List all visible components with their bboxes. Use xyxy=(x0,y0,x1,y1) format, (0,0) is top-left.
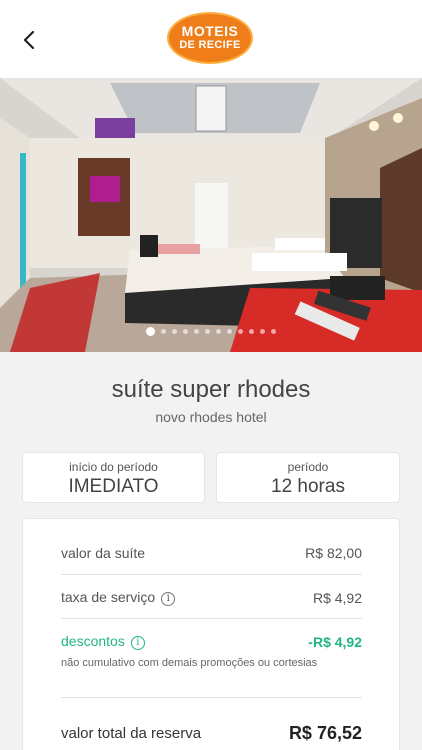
carousel-dot[interactable] xyxy=(227,329,232,334)
carousel-dot[interactable] xyxy=(146,327,155,336)
divider xyxy=(61,618,362,619)
back-arrow-icon[interactable] xyxy=(16,26,44,54)
carousel-dot[interactable] xyxy=(172,329,177,334)
hotel-name: novo rhodes hotel xyxy=(155,409,267,425)
info-icon[interactable]: i xyxy=(130,636,145,650)
pricing-panel: valor da suíte R$ 82,00 taxa de serviço i… xyxy=(22,518,400,750)
total-row: valor total da reserva R$ 76,52 xyxy=(61,723,362,744)
brand-logo: MOTEIS DE RECIFE xyxy=(167,12,253,64)
carousel-dot[interactable] xyxy=(271,329,276,334)
suite-photo-carousel[interactable] xyxy=(0,78,422,352)
info-icon[interactable]: i xyxy=(161,592,176,606)
discount-amount: -R$ 4,92 xyxy=(308,633,362,650)
suite-value-amount: R$ 82,00 xyxy=(305,545,362,561)
carousel-dot[interactable] xyxy=(260,329,265,334)
period-label: período xyxy=(287,460,329,474)
app-header: MOTEIS DE RECIFE xyxy=(0,0,422,78)
service-fee-row: taxa de serviço i R$ 4,92 xyxy=(61,589,362,606)
carousel-dot[interactable] xyxy=(238,329,243,334)
divider xyxy=(61,697,362,698)
suite-value-row: valor da suíte R$ 82,00 xyxy=(61,545,362,561)
discount-row: descontos i -R$ 4,92 xyxy=(61,633,362,650)
suite-photo xyxy=(0,78,422,352)
discount-label: descontos xyxy=(61,633,125,649)
suite-value-label: valor da suíte xyxy=(61,545,146,561)
suite-name: suíte super rhodes xyxy=(111,376,311,403)
period-value: 12 horas xyxy=(271,476,345,497)
carousel-dot[interactable] xyxy=(205,329,210,334)
carousel-dot[interactable] xyxy=(161,329,166,334)
carousel-dot[interactable] xyxy=(216,329,221,334)
carousel-indicator[interactable] xyxy=(0,327,422,336)
logo-line-1: MOTEIS xyxy=(181,23,239,39)
total-label: valor total da reserva xyxy=(61,725,202,742)
period-card[interactable]: período 12 horas xyxy=(216,452,400,503)
carousel-dot[interactable] xyxy=(183,329,188,334)
carousel-dot[interactable] xyxy=(249,329,254,334)
start-period-label: início do período xyxy=(69,460,158,474)
carousel-dot[interactable] xyxy=(194,329,199,334)
service-fee-amount: R$ 4,92 xyxy=(312,589,362,606)
service-fee-label: taxa de serviço xyxy=(61,589,156,605)
start-period-card[interactable]: início do período IMEDIATO xyxy=(22,452,205,503)
logo-line-2: DE RECIFE xyxy=(179,39,241,51)
start-period-value: IMEDIATO xyxy=(68,476,159,497)
discount-note: não cumulativo com demais promoções ou c… xyxy=(61,657,318,669)
total-amount: R$ 76,52 xyxy=(288,723,362,743)
divider xyxy=(61,574,362,575)
